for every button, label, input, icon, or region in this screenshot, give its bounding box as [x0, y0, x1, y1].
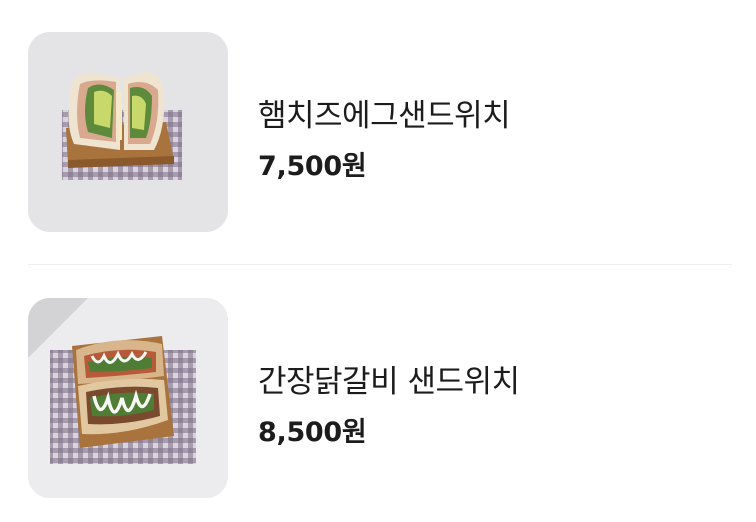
menu-item-price: 7,500원 [258, 151, 367, 182]
menu-item-name: 간장닭갈비 샌드위치 [258, 364, 520, 400]
menu-item-thumbnail[interactable] [28, 32, 228, 232]
menu-item[interactable]: 간장닭갈비 샌드위치 8,500원 [28, 298, 732, 498]
menu-item-name: 햄치즈에그샌드위치 [258, 98, 511, 134]
menu-item-thumbnail[interactable] [28, 298, 228, 498]
menu-item[interactable]: 햄치즈에그샌드위치 7,500원 [28, 32, 732, 232]
divider [28, 264, 732, 265]
menu-item-price: 8,500원 [258, 417, 367, 448]
menu-item-info: 간장닭갈비 샌드위치 8,500원 [258, 298, 728, 498]
menu-item-info: 햄치즈에그샌드위치 7,500원 [258, 32, 728, 232]
